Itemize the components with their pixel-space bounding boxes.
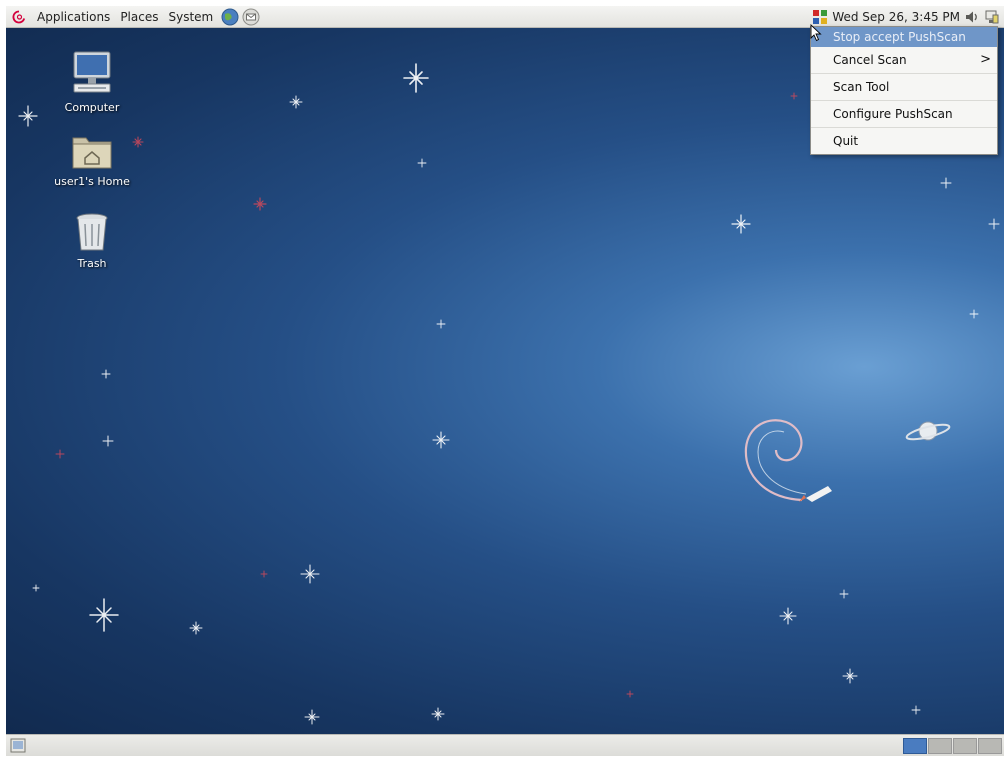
menu-item-configure-pushscan[interactable]: Configure PushScan (811, 101, 997, 128)
desktop-icon-computer[interactable]: Computer (47, 50, 137, 114)
desktop-icon-home[interactable]: user1's Home (47, 130, 137, 188)
mouse-pointer-icon (810, 24, 822, 42)
home-folder-icon (72, 137, 112, 169)
clock[interactable]: Wed Sep 26, 3:45 PM (832, 10, 960, 24)
applications-menu[interactable]: Applications (32, 10, 115, 24)
workspace-1[interactable] (903, 738, 927, 754)
debian-logo-icon[interactable] (12, 10, 26, 24)
workspace-switcher (903, 738, 1002, 754)
email-launcher-icon[interactable] (242, 8, 260, 26)
menu-item-scan-tool[interactable]: Scan Tool (811, 74, 997, 101)
menu-item-label: Quit (833, 134, 859, 148)
submenu-arrow-icon: > (980, 52, 991, 67)
system-menu[interactable]: System (163, 10, 218, 24)
show-desktop-icon[interactable] (10, 738, 26, 753)
computer-icon (73, 51, 111, 93)
pushscan-tray-icon[interactable] (812, 9, 828, 25)
workspace-2[interactable] (928, 738, 952, 754)
top-panel: Applications Places System Wed Sep 26, 3… (6, 6, 1004, 28)
desktop-icon-label: Computer (64, 101, 120, 114)
menu-item-stop-accept-pushscan[interactable]: Stop accept PushScan (811, 27, 997, 47)
network-icon[interactable] (984, 9, 1000, 25)
workspace-3[interactable] (953, 738, 977, 754)
pushscan-context-menu: Stop accept PushScan Cancel Scan > Scan … (810, 26, 998, 155)
web-browser-launcher-icon[interactable] (221, 8, 239, 26)
trash-icon (76, 213, 108, 251)
debian-swirl-logo (744, 419, 807, 502)
places-menu[interactable]: Places (115, 10, 163, 24)
volume-icon[interactable] (964, 9, 980, 25)
menu-item-cancel-scan[interactable]: Cancel Scan > (811, 47, 997, 74)
desktop-icon-label: Trash (77, 257, 107, 270)
notification-area: Wed Sep 26, 3:45 PM (812, 6, 1000, 28)
menu-item-label: Cancel Scan (833, 53, 907, 67)
menu-item-label: Configure PushScan (833, 107, 953, 121)
desktop-icon-trash[interactable]: Trash (47, 210, 137, 270)
menu-item-label: Scan Tool (833, 80, 890, 94)
desktop-icon-label: user1's Home (54, 175, 130, 188)
menu-item-quit[interactable]: Quit (811, 128, 997, 154)
bottom-panel (6, 734, 1004, 756)
planet-decoration (905, 421, 951, 441)
workspace-4[interactable] (978, 738, 1002, 754)
menu-item-label: Stop accept PushScan (833, 30, 966, 44)
